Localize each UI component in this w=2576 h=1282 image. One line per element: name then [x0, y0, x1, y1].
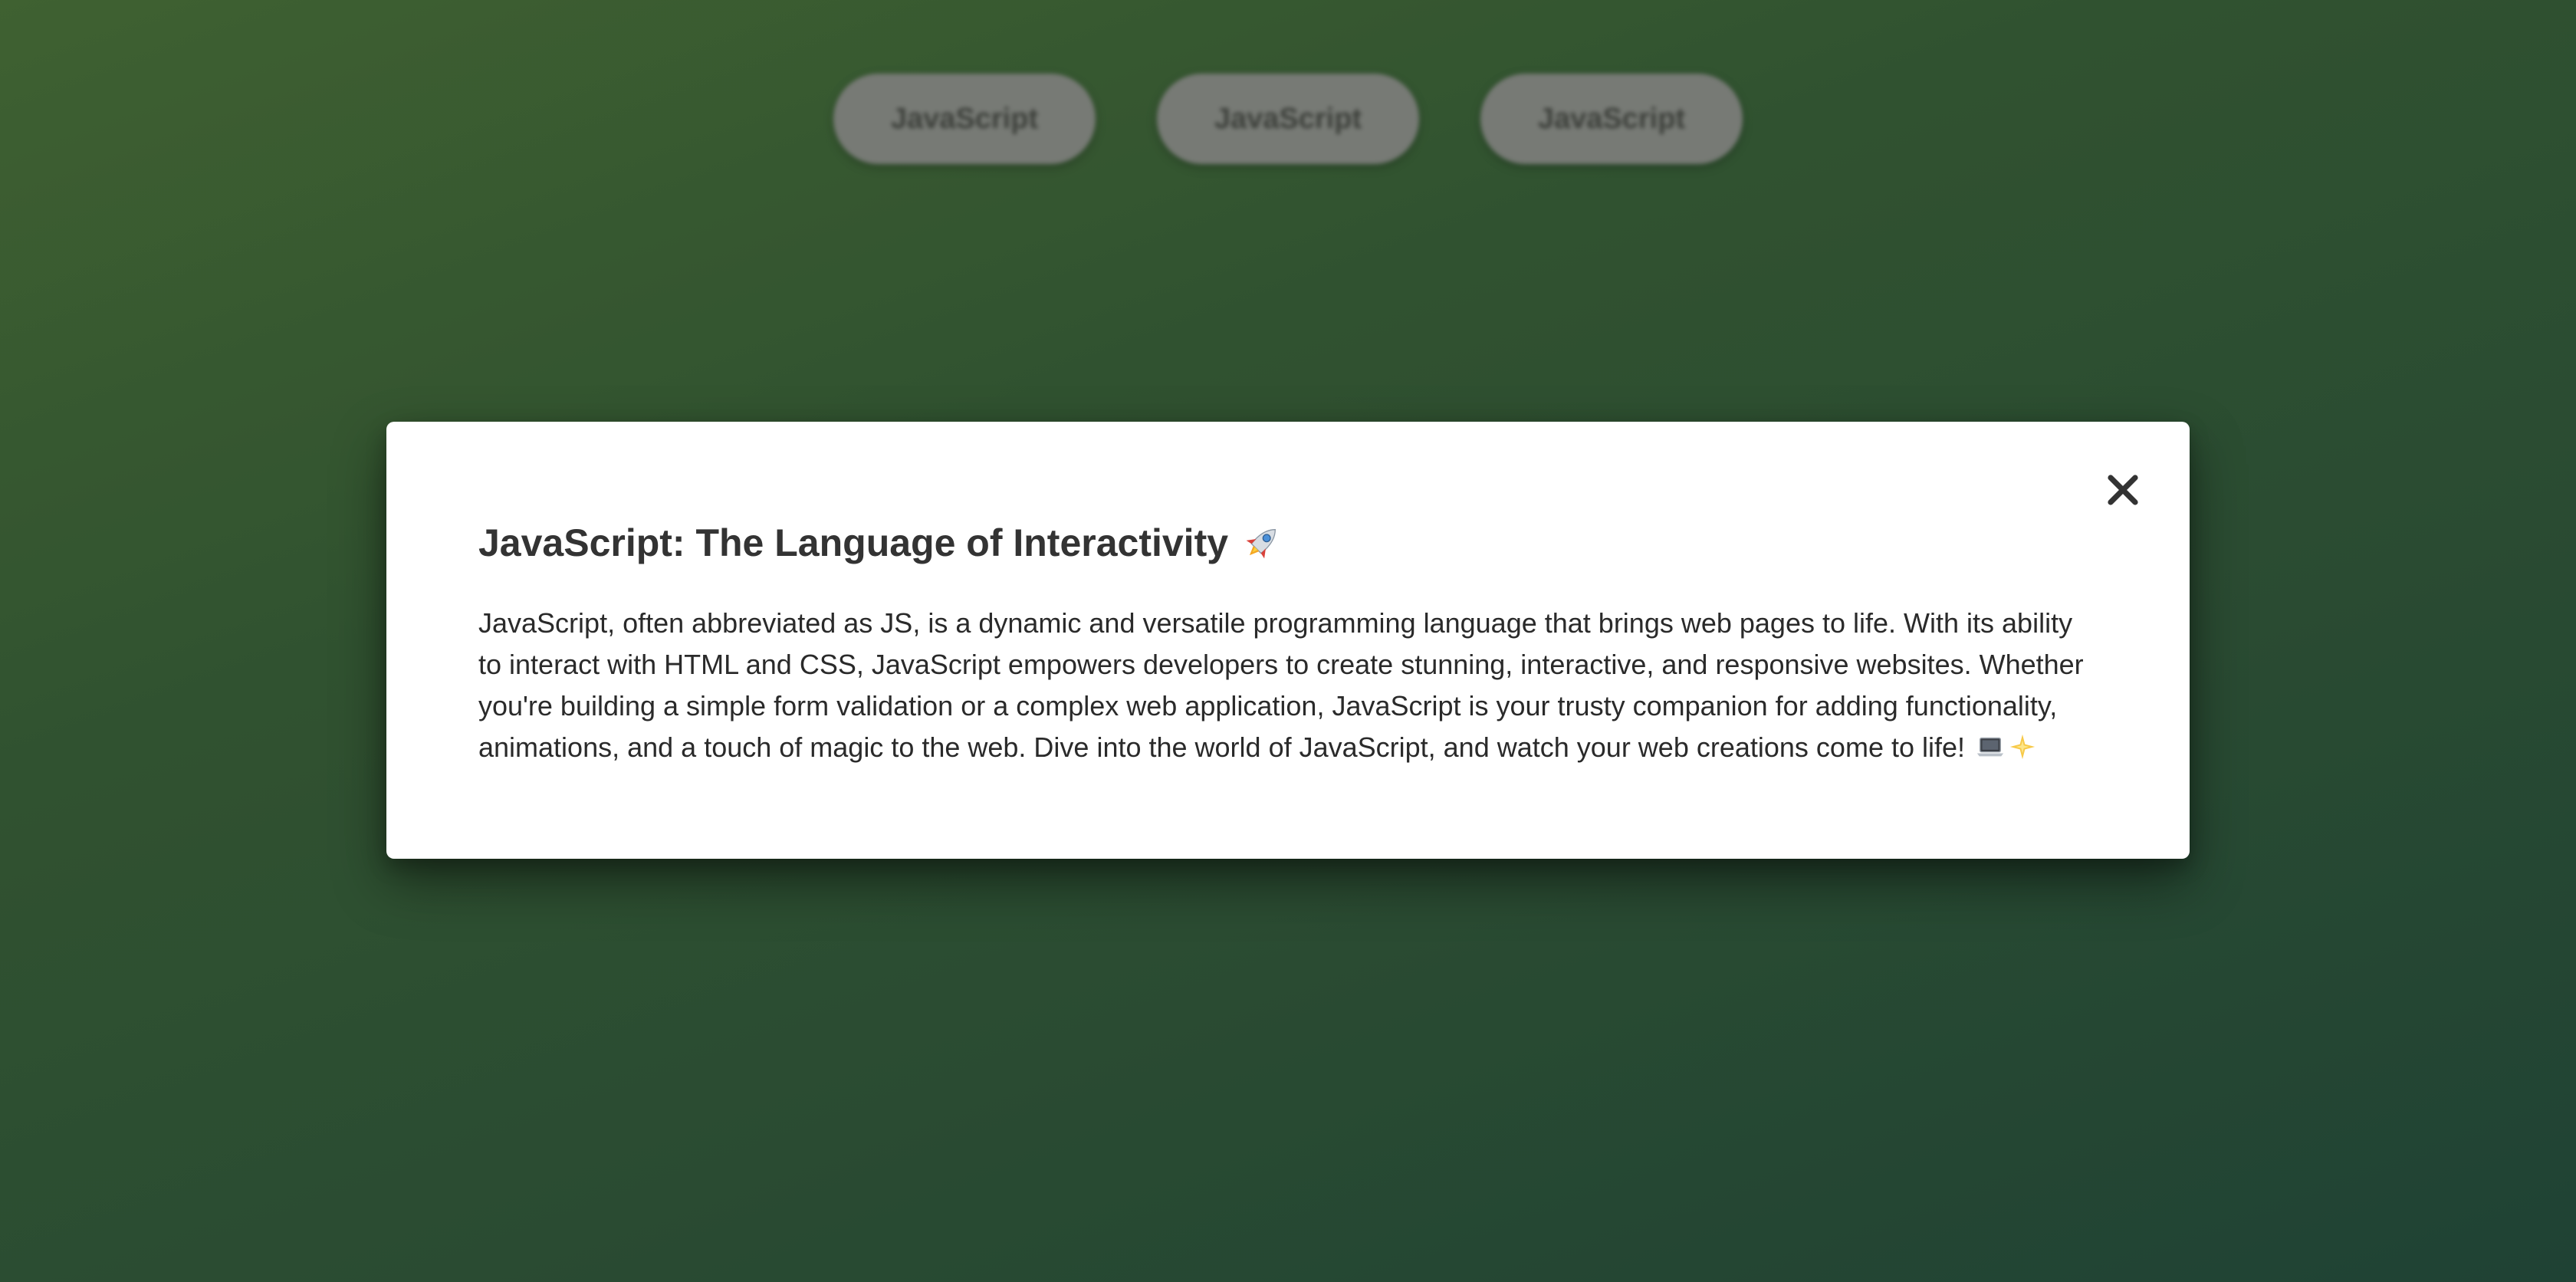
- sparkle-icon: [2009, 734, 2036, 760]
- laptop-icon: [1976, 737, 2004, 757]
- modal-title: JavaScript: The Language of Interactivit…: [478, 518, 2098, 567]
- info-modal: JavaScript: The Language of Interactivit…: [386, 422, 2190, 859]
- modal-body: JavaScript, often abbreviated as JS, is …: [478, 603, 2098, 768]
- modal-title-text: JavaScript: The Language of Interactivit…: [478, 521, 1229, 564]
- tab-javascript-3[interactable]: JavaScript: [1480, 74, 1743, 164]
- close-button[interactable]: [2096, 463, 2150, 517]
- tab-javascript-1[interactable]: JavaScript: [833, 74, 1096, 164]
- tab-javascript-2[interactable]: JavaScript: [1157, 74, 1419, 164]
- rocket-icon: [1246, 529, 1276, 559]
- background-tab-row: JavaScript JavaScript JavaScript: [0, 74, 2576, 164]
- close-icon: [2108, 475, 2138, 505]
- modal-body-text: JavaScript, often abbreviated as JS, is …: [478, 607, 2084, 763]
